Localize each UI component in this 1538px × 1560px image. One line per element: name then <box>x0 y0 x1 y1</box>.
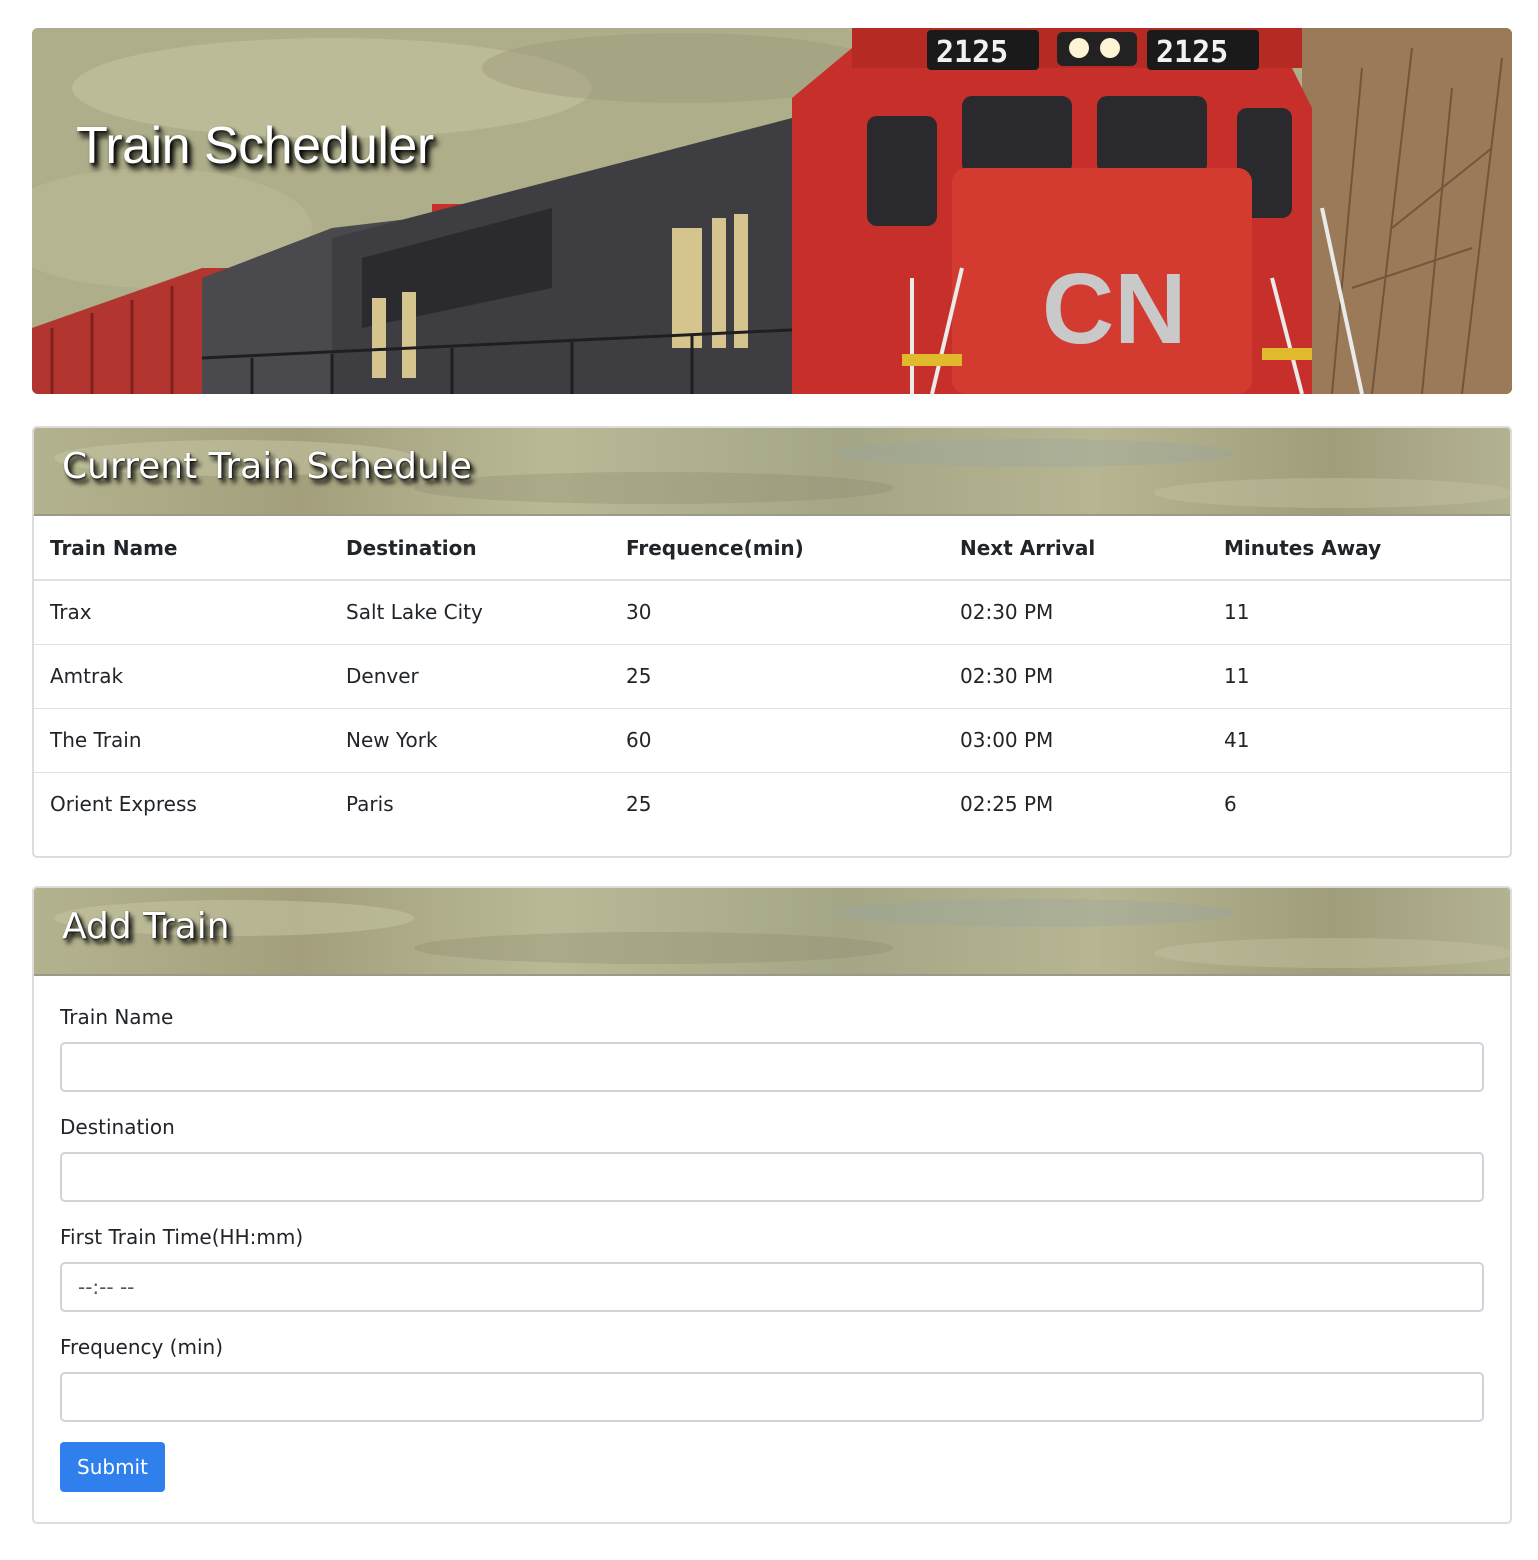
cell-train-name: Trax <box>34 580 330 645</box>
cell-minutes-away: 6 <box>1224 792 1237 817</box>
train-name-label: Train Name <box>60 1005 174 1029</box>
frequency-input[interactable] <box>60 1372 1484 1422</box>
cell-train-name: The Train <box>34 708 330 773</box>
cell-minutes-away: 41 <box>1208 708 1510 773</box>
col-next-arrival: Next Arrival <box>944 516 1208 581</box>
cell-destination: New York <box>330 708 610 773</box>
add-train-card-header: Add Train <box>34 888 1510 976</box>
cell-minutes-away: 11 <box>1208 580 1510 645</box>
cell-train-name: Orient Express <box>50 792 197 817</box>
add-train-form: Train Name Destination First Train Time(… <box>34 976 1510 1492</box>
cell-train-name: Amtrak <box>34 644 330 709</box>
cell-destination: Denver <box>330 644 610 709</box>
table-row: Orient Express Paris 25 02:25 PM 6 <box>34 772 1510 836</box>
add-train-card: Add Train Train Name Destination First T… <box>32 886 1512 1524</box>
first-train-time-label: First Train Time(HH:mm) <box>60 1225 304 1249</box>
destination-input[interactable] <box>60 1152 1484 1202</box>
add-train-title: Add Train <box>62 906 230 947</box>
col-train-name: Train Name <box>34 516 330 581</box>
train-name-input[interactable] <box>60 1042 1484 1092</box>
schedule-title: Current Train Schedule <box>62 446 472 487</box>
col-frequency: Frequence(min) <box>610 516 944 581</box>
cell-frequency: 60 <box>610 708 944 773</box>
schedule-card-header: Current Train Schedule <box>34 428 1510 516</box>
cell-next-arrival: 02:30 PM <box>944 580 1208 645</box>
schedule-card: Current Train Schedule Train Name Destin… <box>32 426 1512 858</box>
page-container: 2138 2125 2125 <box>32 28 1512 1524</box>
destination-label: Destination <box>60 1115 175 1139</box>
col-minutes-away: Minutes Away <box>1208 516 1510 581</box>
cell-next-arrival: 03:00 PM <box>944 708 1208 773</box>
cell-minutes-away: 11 <box>1208 644 1510 709</box>
cn-logo: CN <box>1042 253 1186 365</box>
schedule-table: Train Name Destination Frequence(min) Ne… <box>34 516 1510 836</box>
table-row: The Train New York 60 03:00 PM 41 <box>34 708 1510 773</box>
cell-next-arrival: 02:30 PM <box>944 644 1208 709</box>
table-header-row: Train Name Destination Frequence(min) Ne… <box>34 516 1510 581</box>
cell-frequency: 30 <box>610 580 944 645</box>
cell-next-arrival: 02:25 PM <box>960 792 1054 817</box>
table-row: Amtrak Denver 25 02:30 PM 11 <box>34 644 1510 709</box>
table-row: Trax Salt Lake City 30 02:30 PM 11 <box>34 580 1510 645</box>
number-board-left: 2125 <box>936 35 1008 70</box>
hero-banner: 2138 2125 2125 <box>32 28 1512 394</box>
submit-button[interactable]: Submit <box>60 1442 165 1492</box>
number-board-right: 2125 <box>1156 35 1228 70</box>
cell-destination: Salt Lake City <box>330 580 610 645</box>
first-train-time-input[interactable] <box>60 1262 1484 1312</box>
header-texture <box>54 899 1510 968</box>
col-destination: Destination <box>330 516 610 581</box>
page-title: Train Scheduler <box>76 117 434 175</box>
cell-destination: Paris <box>346 792 394 817</box>
cell-frequency: 25 <box>610 644 944 709</box>
cell-frequency: 25 <box>626 792 652 817</box>
frequency-label: Frequency (min) <box>60 1335 223 1359</box>
train-photo: 2138 2125 2125 <box>32 28 1512 394</box>
